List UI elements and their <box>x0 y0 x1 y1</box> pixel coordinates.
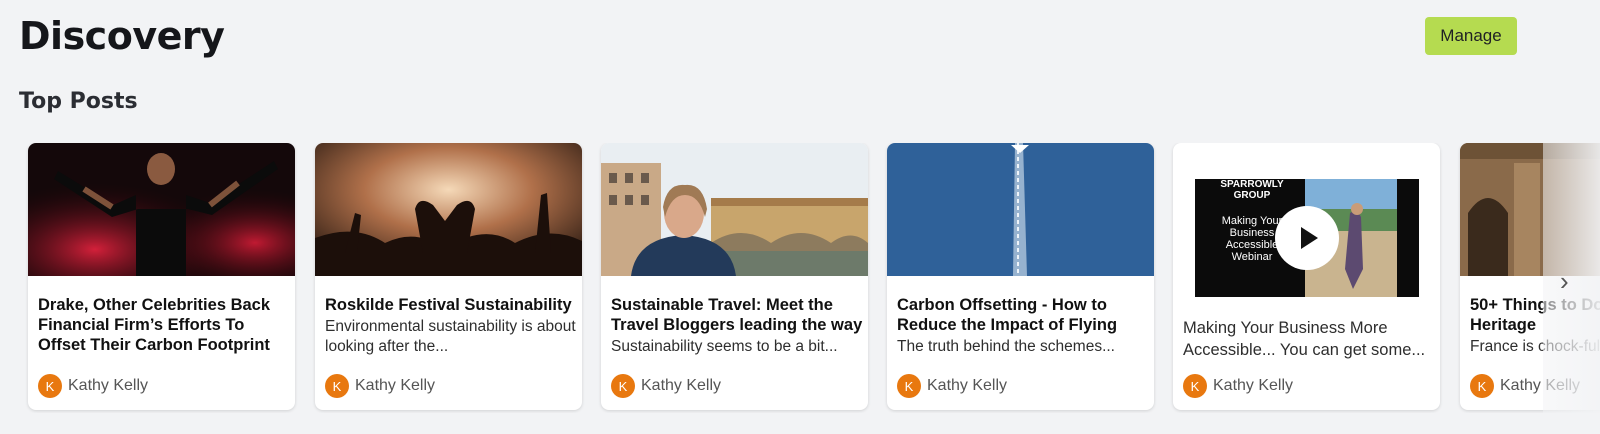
avatar: K <box>38 374 62 398</box>
post-author: K Kathy Kelly <box>611 374 721 398</box>
video-brand: SPARROWLY GROUP <box>1220 179 1284 201</box>
post-excerpt: The truth behind the schemes... <box>897 338 1115 355</box>
post-author: K Kathy Kelly <box>325 374 435 398</box>
post-thumbnail <box>601 143 868 276</box>
video-thumbnail[interactable]: SPARROWLY GROUP Making Your Business Acc… <box>1195 179 1419 297</box>
post-title[interactable]: Sustainable Travel: Meet the Travel Blog… <box>611 295 863 335</box>
post-thumbnail <box>28 143 295 276</box>
post-card[interactable]: SPARROWLY GROUP Making Your Business Acc… <box>1173 143 1440 410</box>
post-excerpt: Environmental sustainability is about lo… <box>325 318 576 355</box>
post-title[interactable]: Carbon Offsetting - How to Reduce the Im… <box>897 295 1149 335</box>
post-excerpt: Making Your Business More Accessible... … <box>1183 319 1426 359</box>
page-title: Discovery <box>19 14 225 58</box>
chevron-right-icon[interactable]: › <box>1560 268 1569 294</box>
post-thumbnail <box>887 143 1154 276</box>
avatar: K <box>1470 374 1494 398</box>
play-icon[interactable] <box>1275 206 1339 270</box>
avatar: K <box>1183 374 1207 398</box>
post-author: K Kathy Kelly <box>897 374 1007 398</box>
author-name: Kathy Kelly <box>68 377 149 394</box>
author-name: Kathy Kelly <box>927 377 1008 394</box>
avatar: K <box>897 374 921 398</box>
post-thumbnail <box>315 143 582 276</box>
post-card[interactable]: Sustainable Travel: Meet the Travel Blog… <box>601 143 868 410</box>
post-title[interactable]: Drake, Other Celebrities Back Financial … <box>38 295 290 355</box>
avatar: K <box>611 374 635 398</box>
post-title[interactable]: Roskilde Festival Sustainability <box>325 295 577 315</box>
post-card[interactable]: Roskilde Festival Sustainability Environ… <box>315 143 582 410</box>
post-card[interactable]: Carbon Offsetting - How to Reduce the Im… <box>887 143 1154 410</box>
author-name: Kathy Kelly <box>355 377 436 394</box>
top-posts-carousel: Drake, Other Celebrities Back Financial … <box>0 143 1600 413</box>
author-name: Kathy Kelly <box>1213 377 1294 394</box>
post-card[interactable]: Drake, Other Celebrities Back Financial … <box>28 143 295 410</box>
carousel-fade-overlay <box>1543 143 1600 413</box>
manage-button[interactable]: Manage <box>1425 17 1517 55</box>
avatar: K <box>325 374 349 398</box>
section-title: Top Posts <box>19 89 138 114</box>
post-author: K Kathy Kelly <box>1183 374 1293 398</box>
post-author: K Kathy Kelly <box>38 374 148 398</box>
author-name: Kathy Kelly <box>641 377 722 394</box>
post-excerpt: Sustainability seems to be a bit... <box>611 338 838 355</box>
